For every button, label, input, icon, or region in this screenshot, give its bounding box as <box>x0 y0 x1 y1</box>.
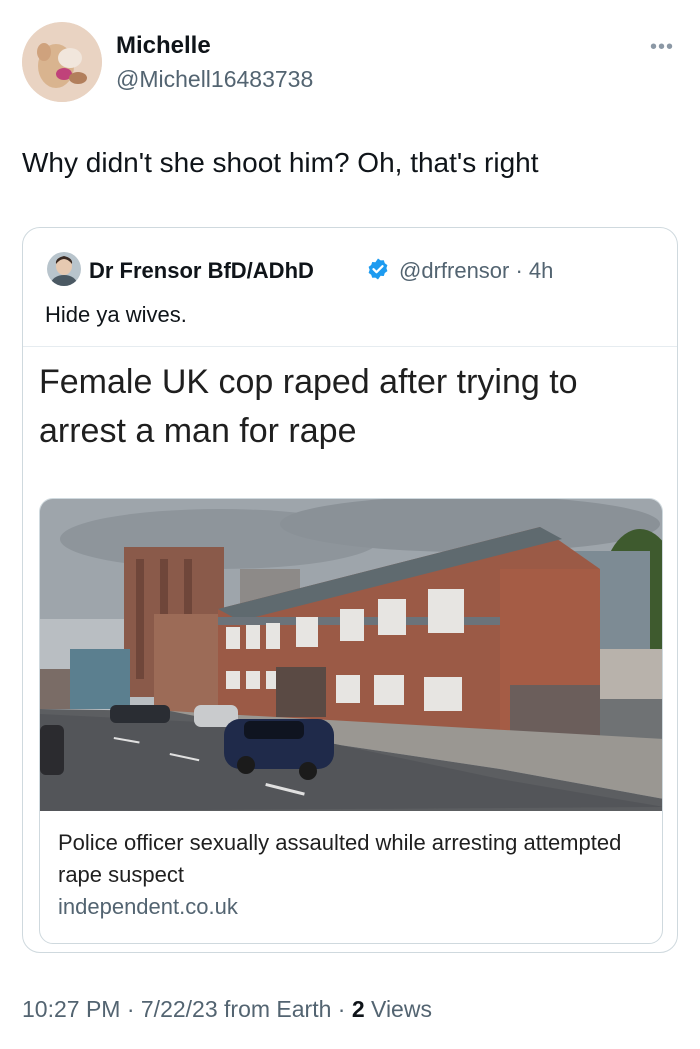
link-preview-card[interactable]: Police officer sexually assaulted while … <box>39 498 663 944</box>
author-avatar[interactable] <box>22 22 102 102</box>
quoted-author-name[interactable]: Dr Frensor BfD/ADhD <box>89 258 314 284</box>
article-image <box>40 499 662 811</box>
quoted-author-avatar[interactable] <box>47 252 81 286</box>
author-handle[interactable]: @Michell16483738 <box>116 66 313 93</box>
quoted-tweet-text: Hide ya wives. <box>45 302 187 327</box>
article-headline: Female UK cop raped after trying to arre… <box>39 363 578 450</box>
author-name[interactable]: Michelle <box>116 32 211 60</box>
timestamp[interactable]: 10:27 PM · 7/22/23 from Earth · <box>22 996 352 1022</box>
quoted-tweet[interactable]: Dr Frensor BfD/ADhD @drfrensor · 4h Hide… <box>22 227 678 953</box>
quoted-author-handle[interactable]: @drfrensor · 4h <box>399 258 553 284</box>
tweet-metadata: 10:27 PM · 7/22/23 from Earth · 2 Views <box>22 996 432 1023</box>
card-title[interactable]: Police officer sexually assaulted while … <box>58 827 648 891</box>
views-label: Views <box>364 996 432 1022</box>
divider <box>23 346 677 347</box>
card-domain[interactable]: independent.co.uk <box>58 894 238 920</box>
verified-badge-icon <box>366 257 390 281</box>
more-horizontal-icon[interactable]: ••• <box>650 36 674 59</box>
tweet-text: Why didn't she shoot him? Oh, that's rig… <box>22 147 539 178</box>
tweet-header: Michelle @Michell16483738 ••• <box>22 22 678 104</box>
views-count: 2 <box>351 996 365 1022</box>
